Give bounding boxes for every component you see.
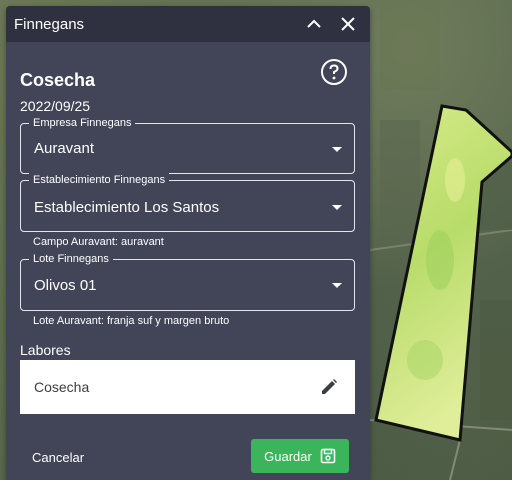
close-button[interactable] [334, 10, 362, 38]
empresa-legend: Empresa Finnegans [29, 116, 136, 130]
edit-labor-button[interactable] [317, 375, 341, 399]
chevron-up-icon [307, 19, 321, 28]
lote-value: Olivos 01 [34, 277, 97, 294]
finnegans-panel: Finnegans Cosecha 2022/09/25 Empresa Fin… [6, 6, 370, 480]
caret-down-icon [332, 283, 342, 288]
close-icon [341, 17, 355, 31]
form-heading: Cosecha [20, 70, 96, 90]
lote-helper-text: Lote Auravant: franja suf y margen bruto [33, 315, 230, 327]
harvest-date: 2022/09/25 [20, 98, 91, 114]
lote-legend: Lote Finnegans [29, 252, 113, 266]
panel-footer: Cancelar Guardar [6, 430, 370, 480]
caret-down-icon [332, 205, 342, 210]
empresa-value: Auravant [34, 140, 95, 157]
pencil-icon [322, 379, 337, 394]
cancel-button[interactable]: Cancelar [32, 450, 84, 465]
labor-name: Cosecha [34, 379, 90, 395]
campo-helper-text: Campo Auravant: auravant [33, 236, 164, 248]
help-button[interactable] [320, 58, 348, 86]
establecimiento-legend: Establecimiento Finnegans [29, 173, 170, 187]
establecimiento-select[interactable]: Establecimiento Finnegans Establecimient… [20, 173, 355, 232]
panel-title: Finnegans [14, 15, 85, 33]
establecimiento-value: Establecimiento Los Santos [34, 199, 220, 216]
save-button-label: Guardar [264, 448, 312, 464]
lote-select[interactable]: Lote Finnegans Olivos 01 [20, 252, 355, 311]
panel-titlebar: Finnegans [6, 6, 370, 42]
caret-down-icon [332, 147, 342, 152]
save-button[interactable]: Guardar [251, 439, 349, 473]
collapse-button[interactable] [300, 10, 328, 38]
save-icon [320, 448, 336, 464]
empresa-select[interactable]: Empresa Finnegans Auravant [20, 116, 355, 174]
labor-item: Cosecha [20, 360, 355, 414]
labores-label: Labores [20, 342, 71, 358]
help-circle-icon [321, 59, 347, 85]
